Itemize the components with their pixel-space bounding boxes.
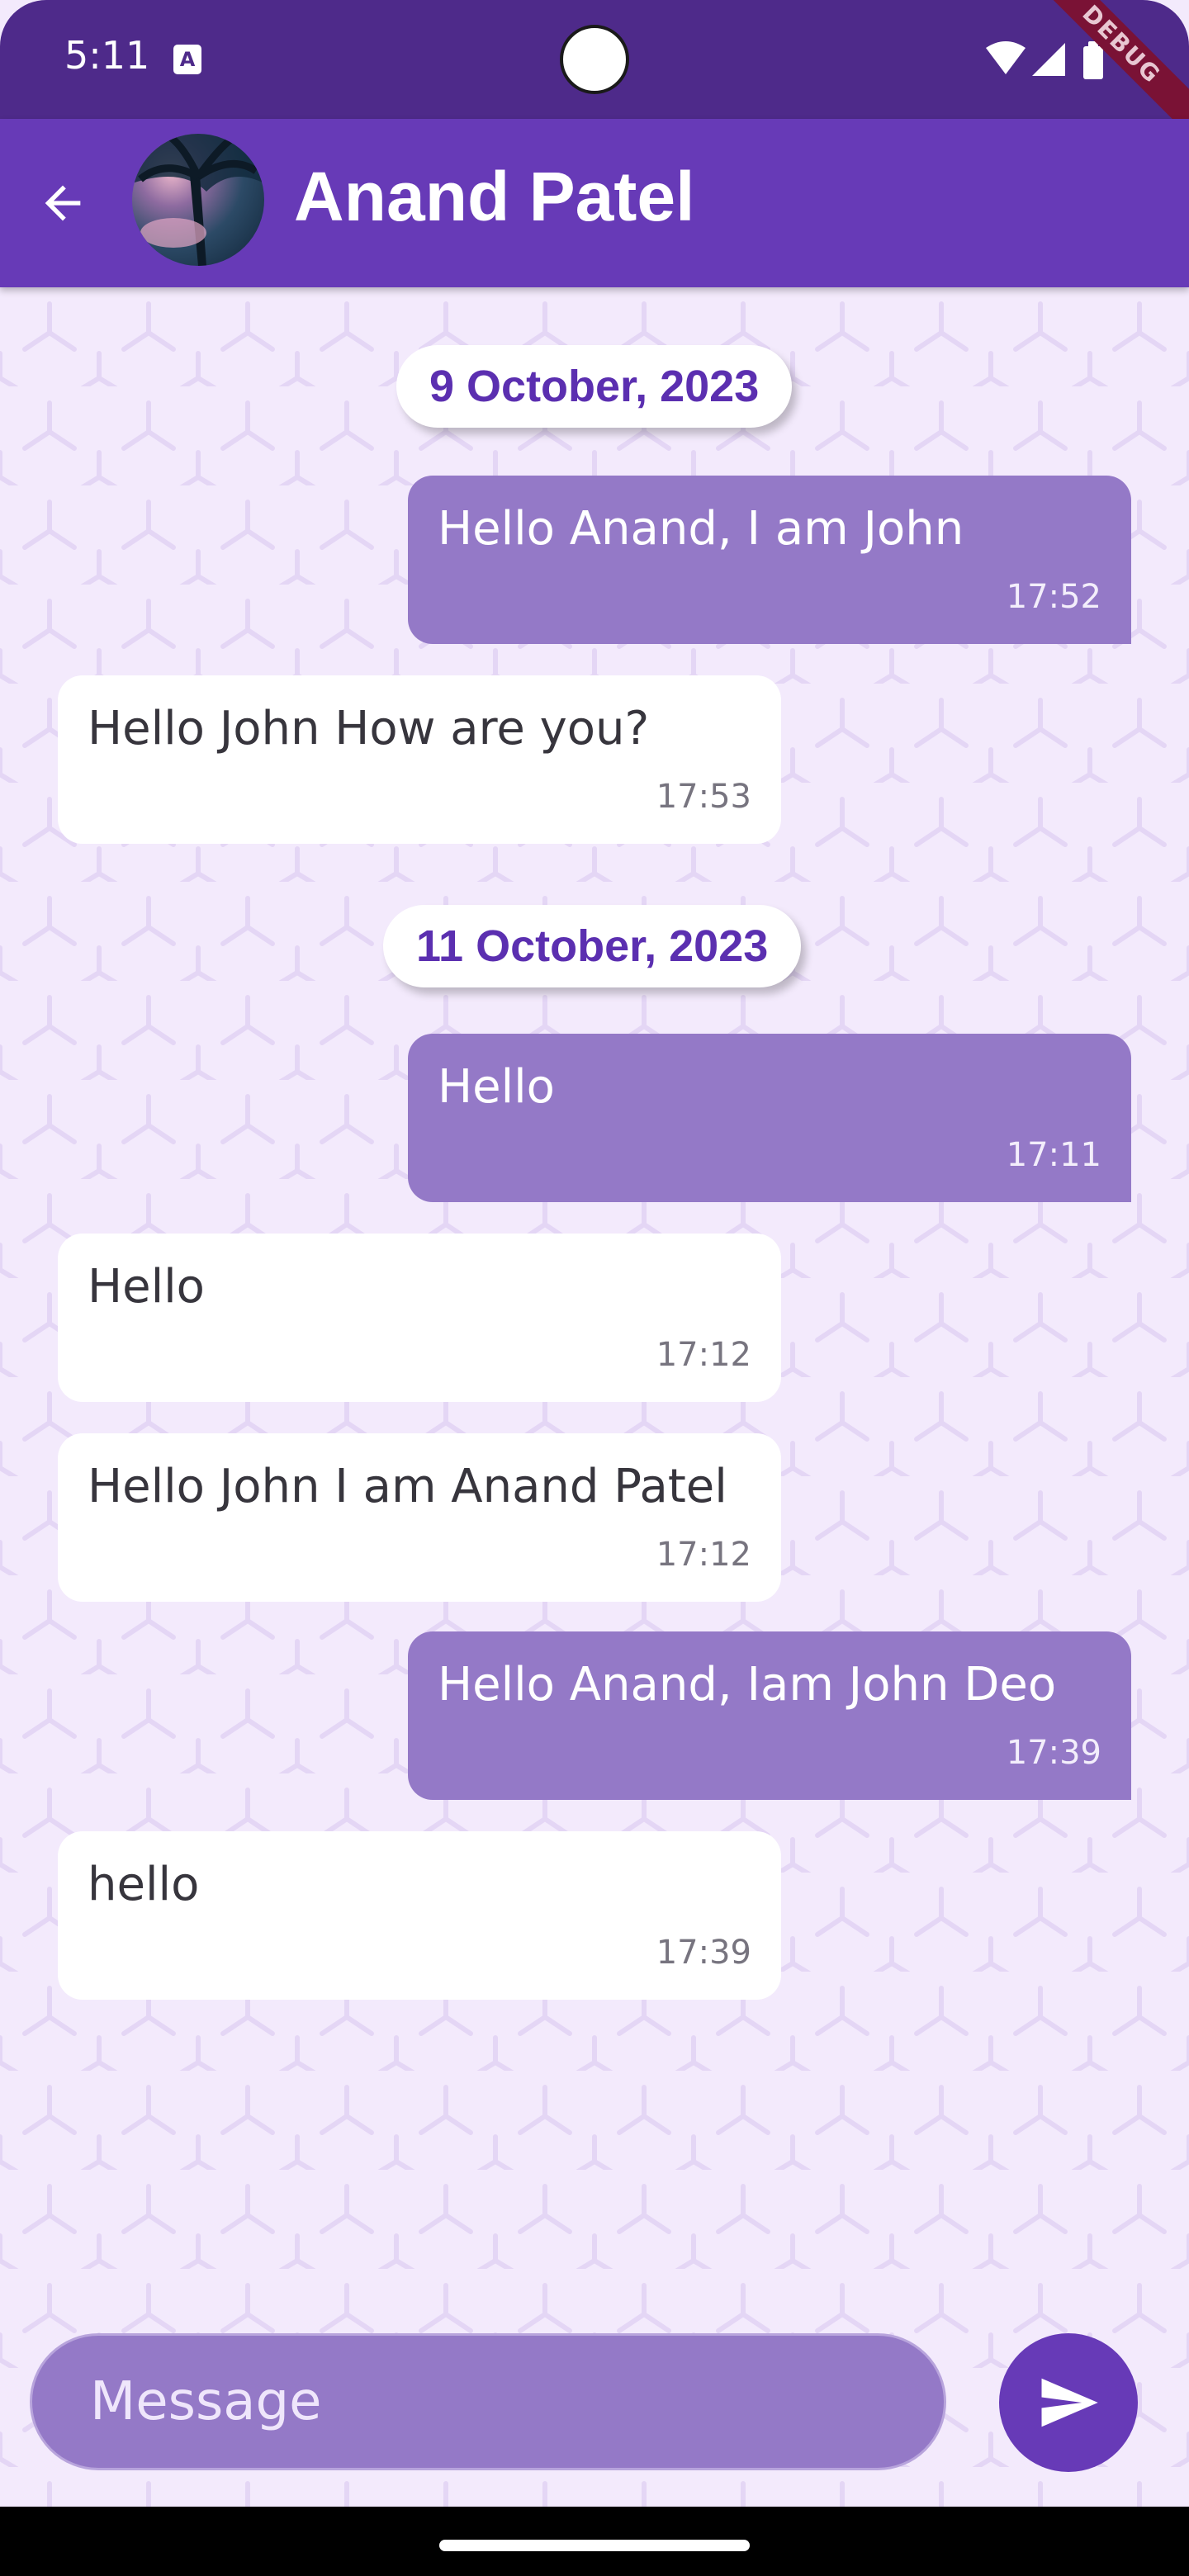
- message-time: 17:39: [1006, 1734, 1101, 1772]
- message-text: hello: [88, 1858, 200, 1911]
- received-message-bubble[interactable]: Hello John I am Anand Patel 17:12: [58, 1433, 781, 1602]
- navigation-bar: [0, 2507, 1189, 2576]
- sent-message-bubble[interactable]: Hello 17:11: [408, 1034, 1131, 1202]
- back-button[interactable]: [23, 163, 102, 243]
- wifi-icon: [986, 41, 1026, 74]
- message-time: 17:12: [656, 1336, 751, 1374]
- status-bar: 5:11 A DEBUG: [0, 0, 1189, 119]
- received-message-bubble[interactable]: Hello John How are you? 17:53: [58, 675, 781, 844]
- app-bar: Anand Patel: [0, 119, 1189, 287]
- message-input[interactable]: Message: [30, 2333, 946, 2470]
- message-text: Hello Anand, I am John: [438, 502, 964, 556]
- contact-avatar[interactable]: [132, 134, 264, 266]
- date-chip: 9 October, 2023: [396, 345, 793, 428]
- message-time: 17:12: [656, 1536, 751, 1574]
- send-icon: [1041, 2378, 1098, 2427]
- message-text: Hello Anand, Iam John Deo: [438, 1658, 1057, 1712]
- date-chip: 11 October, 2023: [383, 905, 802, 987]
- message-text: Hello John I am Anand Patel: [88, 1460, 727, 1513]
- arrow-back-icon: [45, 185, 81, 221]
- sent-message-bubble[interactable]: Hello Anand, Iam John Deo 17:39: [408, 1631, 1131, 1800]
- status-time: 5:11: [64, 33, 150, 78]
- message-text: Hello John How are you?: [88, 702, 650, 755]
- message-time: 17:39: [656, 1934, 751, 1972]
- status-icons: [986, 40, 1110, 79]
- message-text: Hello: [88, 1260, 205, 1314]
- a-notification-icon: A: [173, 45, 201, 74]
- message-text: Hello: [438, 1060, 555, 1114]
- message-time: 17:53: [656, 778, 751, 816]
- chat-area[interactable]: 9 October, 2023 Hello Anand, I am John 1…: [0, 287, 1189, 2507]
- contact-name: Anand Patel: [294, 158, 695, 235]
- home-handle[interactable]: [439, 2540, 750, 2551]
- message-time: 17:52: [1006, 578, 1101, 616]
- signal-icon: [1032, 43, 1065, 76]
- message-time: 17:11: [1006, 1136, 1101, 1174]
- send-button[interactable]: [999, 2333, 1138, 2472]
- received-message-bubble[interactable]: Hello 17:12: [58, 1234, 781, 1402]
- received-message-bubble[interactable]: hello 17:39: [58, 1831, 781, 2000]
- sent-message-bubble[interactable]: Hello Anand, I am John 17:52: [408, 476, 1131, 644]
- camera-cutout: [560, 25, 629, 94]
